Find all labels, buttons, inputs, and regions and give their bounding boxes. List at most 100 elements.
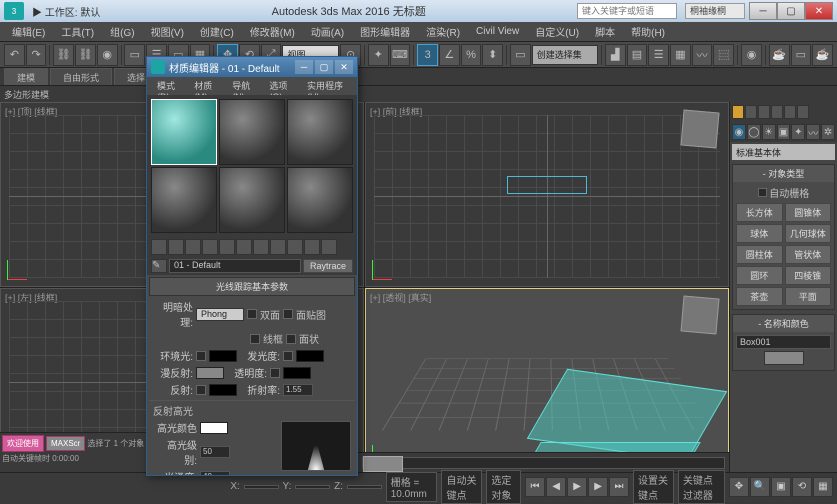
close-button[interactable]: ✕ bbox=[805, 2, 833, 20]
layers-button[interactable]: ☰ bbox=[648, 44, 669, 66]
diffuse-swatch[interactable] bbox=[196, 367, 224, 379]
app-logo-icon[interactable]: 3 bbox=[4, 2, 24, 20]
maximize-viewport-button[interactable]: ▦ bbox=[813, 477, 833, 497]
time-thumb[interactable] bbox=[363, 456, 403, 472]
ior-spinner[interactable]: 1.55 bbox=[283, 384, 313, 396]
shapes-tab-icon[interactable]: ◯ bbox=[747, 124, 761, 140]
dialog-maximize-button[interactable]: ▢ bbox=[315, 60, 333, 74]
gear-icon[interactable] bbox=[758, 105, 770, 119]
cloud-icon[interactable] bbox=[745, 105, 757, 119]
faceted-checkbox[interactable] bbox=[286, 334, 296, 344]
material-name-input[interactable]: 01 - Default bbox=[169, 259, 301, 273]
facemap-checkbox[interactable] bbox=[250, 334, 260, 344]
angle-snap-button[interactable]: ∠ bbox=[439, 44, 460, 66]
show-end-button[interactable] bbox=[304, 239, 320, 255]
help-search-input[interactable] bbox=[577, 3, 677, 19]
geometry-tab-icon[interactable]: ◉ bbox=[732, 124, 746, 140]
material-editor-dialog[interactable]: 材质编辑器 - 01 - Default ─ ▢ ✕ 模式(D) 材质(M) 导… bbox=[146, 56, 358, 476]
menu-edit[interactable]: 编辑(E) bbox=[4, 22, 53, 41]
workspace-selector[interactable]: ▶ 工作区: 默认 bbox=[32, 4, 100, 19]
minimize-button[interactable]: ─ bbox=[749, 2, 777, 20]
next-frame-button[interactable]: ▶ bbox=[588, 477, 608, 497]
matid-button[interactable] bbox=[270, 239, 286, 255]
shading-dropdown[interactable]: Phong bbox=[196, 308, 244, 321]
torus-button[interactable]: 圆环 bbox=[736, 266, 783, 285]
goto-end-button[interactable]: ⏭ bbox=[609, 477, 629, 497]
put-library-button[interactable] bbox=[253, 239, 269, 255]
show-map-button[interactable] bbox=[287, 239, 303, 255]
viewport-front[interactable]: [+] [前] [线框] bbox=[365, 102, 729, 287]
hammer-icon[interactable] bbox=[797, 105, 809, 119]
luminosity-checkbox[interactable] bbox=[283, 351, 293, 361]
menu-tools[interactable]: 工具(T) bbox=[53, 22, 102, 41]
material-slot-5[interactable] bbox=[219, 167, 285, 233]
helpers-tab-icon[interactable]: ✦ bbox=[791, 124, 805, 140]
time-track[interactable] bbox=[362, 457, 725, 469]
material-editor-titlebar[interactable]: 材质编辑器 - 01 - Default ─ ▢ ✕ bbox=[147, 57, 357, 77]
render-button[interactable]: ☕ bbox=[812, 44, 833, 66]
autogrid-checkbox[interactable] bbox=[758, 188, 767, 197]
object-color-swatch[interactable] bbox=[764, 351, 804, 365]
lights-tab-icon[interactable]: ☀ bbox=[762, 124, 776, 140]
luminosity-swatch[interactable] bbox=[296, 350, 324, 362]
dialog-close-button[interactable]: ✕ bbox=[335, 60, 353, 74]
viewcube-icon[interactable] bbox=[680, 295, 719, 334]
prev-frame-button[interactable]: ◀ bbox=[546, 477, 566, 497]
menu-animation[interactable]: 动画(A) bbox=[303, 22, 352, 41]
autokey-button[interactable]: 自动关键点 bbox=[441, 470, 482, 504]
x-coord-input[interactable] bbox=[244, 485, 279, 489]
schematic-button[interactable]: ⿳ bbox=[713, 44, 734, 66]
geosphere-button[interactable]: 几何球体 bbox=[785, 224, 832, 243]
pan-button[interactable]: ✥ bbox=[729, 477, 749, 497]
glossiness-spinner[interactable]: 40 bbox=[200, 471, 230, 476]
menu-help[interactable]: 帮助(H) bbox=[623, 22, 673, 41]
percent-snap-button[interactable]: % bbox=[461, 44, 482, 66]
display-icon[interactable] bbox=[784, 105, 796, 119]
viewport-perspective[interactable]: [+] [透视] [真实] bbox=[365, 288, 729, 473]
play-button[interactable]: ▶ bbox=[567, 477, 587, 497]
named-sel-dropdown[interactable]: 创建选择集 bbox=[532, 45, 598, 65]
selection-filter[interactable]: 选定对象 bbox=[486, 470, 521, 504]
plane-button[interactable]: 平面 bbox=[785, 287, 832, 306]
ambient-swatch[interactable] bbox=[209, 350, 237, 362]
clock-icon[interactable] bbox=[771, 105, 783, 119]
space-warps-tab-icon[interactable]: 〰 bbox=[806, 124, 820, 140]
object-type-header[interactable]: - 对象类型 bbox=[733, 165, 834, 182]
keyboard-button[interactable]: ⌨ bbox=[390, 44, 411, 66]
pick-material-button[interactable]: ✎ bbox=[151, 259, 167, 273]
maxscript-button[interactable]: MAXScr bbox=[46, 436, 85, 451]
material-slot-3[interactable] bbox=[287, 99, 353, 165]
pyramid-button[interactable]: 四棱锥 bbox=[785, 266, 832, 285]
object-name-input[interactable] bbox=[736, 335, 831, 349]
make-copy-button[interactable] bbox=[219, 239, 235, 255]
curve-editor-button[interactable]: 〰 bbox=[692, 44, 713, 66]
cone-button[interactable]: 圆锥体 bbox=[785, 203, 832, 222]
menu-create[interactable]: 创建(C) bbox=[192, 22, 242, 41]
menu-view[interactable]: 视图(V) bbox=[143, 22, 192, 41]
put-to-scene-button[interactable] bbox=[168, 239, 184, 255]
menu-group[interactable]: 组(G) bbox=[102, 22, 142, 41]
render-frame-button[interactable]: ▭ bbox=[791, 44, 812, 66]
category-dropdown[interactable]: 标准基本体 bbox=[732, 144, 835, 160]
redo-button[interactable]: ↷ bbox=[26, 44, 47, 66]
y-coord-input[interactable] bbox=[295, 485, 330, 489]
box-button[interactable]: 长方体 bbox=[736, 203, 783, 222]
menu-modifiers[interactable]: 修改器(M) bbox=[242, 22, 303, 41]
material-editor-button[interactable]: ◉ bbox=[741, 44, 762, 66]
material-slot-6[interactable] bbox=[287, 167, 353, 233]
tube-button[interactable]: 管状体 bbox=[785, 245, 832, 264]
get-material-button[interactable] bbox=[151, 239, 167, 255]
twosided-checkbox[interactable] bbox=[247, 309, 257, 319]
teapot-button[interactable]: 茶壶 bbox=[736, 287, 783, 306]
cylinder-button[interactable]: 圆柱体 bbox=[736, 245, 783, 264]
tab-modeling[interactable]: 建模 bbox=[4, 68, 48, 85]
bind-button[interactable]: ◉ bbox=[97, 44, 118, 66]
go-parent-button[interactable] bbox=[321, 239, 337, 255]
transparency-swatch[interactable] bbox=[283, 367, 311, 379]
viewcube-icon[interactable] bbox=[680, 109, 719, 148]
transparency-checkbox[interactable] bbox=[270, 368, 280, 378]
systems-tab-icon[interactable]: ✲ bbox=[821, 124, 835, 140]
align-button[interactable]: ▤ bbox=[627, 44, 648, 66]
wire-checkbox[interactable] bbox=[283, 309, 293, 319]
welcome-button[interactable]: 欢迎使用 bbox=[2, 435, 44, 452]
